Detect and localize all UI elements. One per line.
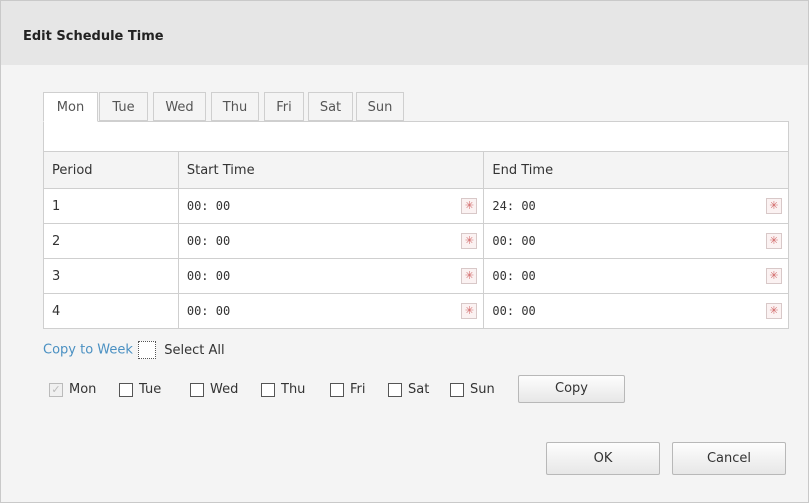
tab-sat[interactable]: Sat (308, 92, 353, 121)
tab-wed[interactable]: Wed (153, 92, 206, 121)
table-row: 4 00: 00 ✳ 00: 00 ✳ (43, 293, 789, 329)
start-time-value: 00: 00 (186, 198, 231, 213)
day-label: Wed (210, 382, 239, 397)
end-time-field[interactable]: 00: 00 ✳ (483, 293, 789, 329)
day-label: Mon (69, 382, 97, 397)
day-option-fri: Fri (330, 382, 366, 397)
header-end-time: End Time (483, 151, 789, 189)
day-checkbox-thu[interactable] (261, 382, 275, 397)
tab-mon[interactable]: Mon (43, 92, 98, 122)
period-cell: 3 (43, 258, 179, 294)
day-label: Sat (408, 382, 430, 397)
tab-fri[interactable]: Fri (264, 92, 304, 121)
start-time-value: 00: 00 (186, 233, 231, 248)
tab-sun[interactable]: Sun (356, 92, 404, 121)
day-checkbox-sat[interactable] (388, 382, 402, 397)
dialog-title: Edit Schedule Time (23, 29, 164, 44)
day-option-wed: Wed (190, 382, 238, 397)
copy-to-week-row: Copy to Week Select All (43, 341, 225, 361)
clock-picker-icon[interactable]: ✳ (461, 303, 478, 319)
header-start-time: Start Time (177, 151, 485, 189)
period-cell: 4 (43, 293, 179, 329)
cancel-button[interactable]: Cancel (672, 442, 786, 475)
period-cell: 1 (43, 188, 179, 224)
start-time-field[interactable]: 00: 00 ✳ (177, 188, 485, 224)
table-row: 3 00: 00 ✳ 00: 00 ✳ (43, 258, 789, 294)
tab-panel (43, 121, 789, 151)
schedule-table: Period Start Time End Time 1 00: 00 ✳ 24:… (43, 151, 789, 329)
day-checkbox-tue[interactable] (119, 382, 133, 397)
end-time-value: 00: 00 (492, 303, 536, 318)
start-time-value: 00: 00 (186, 268, 231, 283)
copy-to-week-link[interactable]: Copy to Week (43, 343, 133, 358)
start-time-field[interactable]: 00: 00 ✳ (177, 223, 485, 259)
day-option-mon: ✓ Mon (49, 382, 96, 397)
day-label: Sun (470, 382, 495, 397)
day-option-sun: Sun (450, 382, 495, 397)
clock-picker-icon[interactable]: ✳ (766, 233, 782, 249)
select-all-checkbox[interactable] (138, 341, 157, 359)
day-option-thu: Thu (261, 382, 305, 397)
clock-picker-icon[interactable]: ✳ (461, 233, 478, 249)
tab-thu[interactable]: Thu (211, 92, 259, 121)
end-time-field[interactable]: 00: 00 ✳ (483, 223, 789, 259)
ok-button[interactable]: OK (546, 442, 660, 475)
tab-tue[interactable]: Tue (99, 92, 148, 121)
end-time-value: 00: 00 (492, 233, 536, 248)
start-time-value: 00: 00 (186, 303, 231, 318)
checkmark-icon: ✓ (49, 382, 63, 397)
day-checkbox-sun[interactable] (450, 382, 464, 397)
day-label: Thu (281, 382, 306, 397)
copy-button[interactable]: Copy (518, 375, 625, 403)
clock-picker-icon[interactable]: ✳ (766, 198, 782, 214)
day-option-sat: Sat (388, 382, 429, 397)
clock-picker-icon[interactable]: ✳ (766, 303, 782, 319)
day-option-tue: Tue (119, 382, 161, 397)
end-time-value: 24: 00 (492, 198, 536, 213)
day-checkbox-wed[interactable] (190, 382, 204, 397)
start-time-field[interactable]: 00: 00 ✳ (177, 293, 485, 329)
end-time-value: 00: 00 (492, 268, 536, 283)
end-time-field[interactable]: 24: 00 ✳ (483, 188, 789, 224)
end-time-field[interactable]: 00: 00 ✳ (483, 258, 789, 294)
start-time-field[interactable]: 00: 00 ✳ (177, 258, 485, 294)
table-header-row: Period Start Time End Time (43, 151, 789, 189)
clock-picker-icon[interactable]: ✳ (766, 268, 782, 284)
period-cell: 2 (43, 223, 179, 259)
day-label: Tue (139, 382, 162, 397)
day-label: Fri (350, 382, 366, 397)
clock-picker-icon[interactable]: ✳ (461, 198, 478, 214)
select-all-label: Select All (164, 342, 225, 358)
clock-picker-icon[interactable]: ✳ (461, 268, 478, 284)
table-row: 2 00: 00 ✳ 00: 00 ✳ (43, 223, 789, 259)
table-row: 1 00: 00 ✳ 24: 00 ✳ (43, 188, 789, 224)
header-period: Period (43, 151, 179, 189)
day-checkbox-fri[interactable] (330, 382, 344, 397)
edit-schedule-dialog: Edit Schedule Time Mon Tue Wed Thu Fri S… (0, 0, 809, 503)
dialog-title-bar: Edit Schedule Time (1, 1, 808, 65)
